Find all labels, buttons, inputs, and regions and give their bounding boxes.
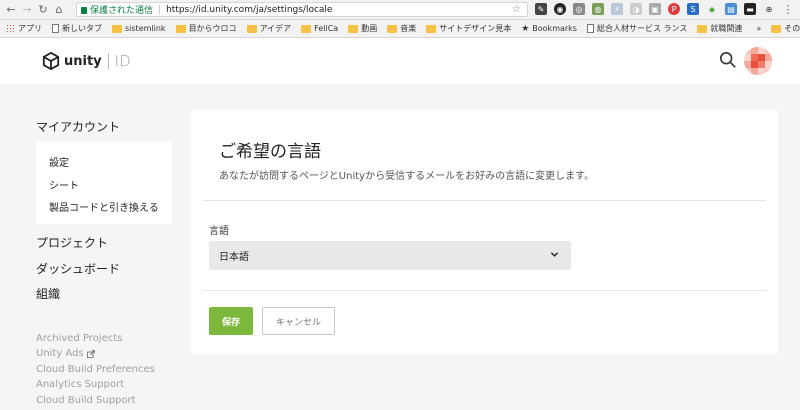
unity-logo-icon (42, 52, 60, 70)
page-description: あなたが訪問するページとUnityから受信するメールをお好みの言語に変更します。 (219, 171, 595, 182)
extension-icon[interactable]: ▤ (725, 3, 737, 15)
sidebar-item-projects[interactable]: プロジェクト (36, 234, 108, 251)
sidebar-item-dashboard[interactable]: ダッシュボード (36, 260, 120, 277)
extension-icons: ✎ ◉ ◎ ◍ ⚡ ◑ ▣ P S ◆ ▤ ▬ ⊕ ⋮ (535, 3, 794, 16)
browser-toolbar: ← → ↻ ⌂ 保護された通信 | https://id.unity.com/j… (0, 0, 800, 20)
language-select[interactable]: 日本語 (209, 241, 571, 270)
address-bar[interactable]: 保護された通信 | https://id.unity.com/ja/settin… (76, 2, 528, 17)
extension-icon[interactable]: ◆ (706, 3, 718, 15)
save-button[interactable]: 保存 (209, 307, 253, 335)
home-icon[interactable]: ⌂ (51, 2, 67, 18)
unity-id-logo[interactable]: unity ID (42, 52, 131, 70)
other-bookmarks[interactable]: その他のブックマーク (771, 23, 800, 34)
site-header: unity ID (0, 38, 800, 84)
secure-indicator[interactable]: 保護された通信 (81, 3, 153, 16)
footer-link-cloud-build-preferences[interactable]: Cloud Build Preferences (36, 364, 155, 375)
footer-link-cloud-build-support[interactable]: Cloud Build Support (36, 395, 136, 406)
language-settings-card: ご希望の言語 あなたが訪問するページとUnityから受信するメールをお好みの言語… (191, 110, 778, 354)
footer-link-label: Unity Ads (36, 348, 84, 359)
url-text[interactable]: https://id.unity.com/ja/settings/locale (166, 5, 332, 15)
account-submenu: 設定 シート 製品コードと引き換える (36, 142, 172, 224)
extension-icon[interactable]: P (668, 3, 680, 15)
divider (203, 200, 766, 201)
cancel-button[interactable]: キャンセル (262, 307, 335, 335)
extension-icon[interactable]: ⚡ (611, 3, 623, 15)
page-icon (586, 24, 594, 33)
forward-arrow-icon[interactable]: → (19, 2, 35, 18)
extension-icon[interactable]: ▣ (649, 3, 661, 15)
folder-icon (387, 24, 398, 33)
bookmarks-overflow[interactable]: » (756, 24, 761, 33)
submenu-item-redeem-code[interactable]: 製品コードと引き換える (49, 199, 159, 214)
bookmark-star-icon[interactable]: ☆ (512, 4, 521, 15)
bookmark-folder[interactable]: FeliCa (301, 24, 338, 33)
folder-icon (175, 24, 186, 33)
sidebar-item-organizations[interactable]: 組織 (36, 285, 60, 302)
extension-icon[interactable]: ◎ (573, 3, 585, 15)
bookmark-folder[interactable]: 就職関連 (697, 23, 742, 34)
extension-icon[interactable]: ◑ (630, 3, 642, 15)
lock-icon (81, 7, 87, 14)
footer-link-analytics-support[interactable]: Analytics Support (36, 379, 124, 390)
menu-kebab-icon[interactable]: ⋮ (782, 3, 794, 16)
bookmark-item[interactable]: 総合人材サービス ランス (586, 23, 687, 34)
folder-icon (112, 24, 122, 33)
bookmark-apps[interactable]: アプリ (0, 23, 42, 34)
extension-icon[interactable]: ▬ (744, 3, 756, 15)
extension-icon[interactable]: ◍ (592, 3, 604, 15)
page-title: ご希望の言語 (219, 142, 321, 162)
extension-icon[interactable]: ✎ (535, 3, 547, 15)
bookmark-folder[interactable]: 動画 (348, 23, 377, 34)
divider (203, 290, 766, 291)
extension-icon[interactable]: ⊕ (763, 3, 775, 15)
reload-icon[interactable]: ↻ (35, 2, 51, 18)
extension-icon[interactable]: ◉ (554, 3, 566, 15)
bookmark-folder[interactable]: 音楽 (387, 23, 416, 34)
language-select-value: 日本語 (219, 252, 249, 263)
bookmarks-bar: アプリ 新しいタブ sistemlink 目からウロコ アイデア FeliCa … (0, 20, 800, 38)
folder-icon (246, 24, 257, 33)
bookmark-folder[interactable]: アイデア (246, 23, 291, 34)
bookmark-folder[interactable]: sistemlink (112, 24, 166, 33)
secure-label: 保護された通信 (90, 6, 154, 16)
submenu-item-settings[interactable]: 設定 (49, 154, 69, 169)
folder-icon (697, 24, 708, 33)
chevron-down-icon (550, 252, 559, 257)
external-link-icon (86, 349, 95, 358)
back-arrow-icon[interactable]: ← (3, 2, 19, 18)
footer-link-unity-ads[interactable]: Unity Ads (36, 348, 95, 359)
avatar[interactable] (744, 47, 772, 75)
logo-suffix: ID (114, 52, 131, 70)
bookmark-folder[interactable]: 目からウロコ (175, 23, 237, 34)
submenu-item-seats[interactable]: シート (49, 177, 79, 192)
footer-link-archived-projects[interactable]: Archived Projects (36, 333, 122, 344)
extension-icon[interactable]: S (687, 3, 699, 15)
language-field-label: 言語 (209, 226, 229, 237)
logo-divider (107, 53, 109, 69)
bookmark-item[interactable]: 新しいタブ (52, 23, 102, 34)
bookmark-folder[interactable]: サイトデザイン見本 (426, 23, 511, 34)
my-account-heading[interactable]: マイアカウント (36, 118, 120, 135)
folder-icon (771, 24, 782, 33)
star-icon: ★ (521, 23, 530, 34)
search-icon[interactable] (719, 51, 737, 69)
apps-grid-icon (6, 24, 15, 33)
bookmark-item[interactable]: ★ Bookmarks (521, 24, 577, 34)
logo-text: unity (64, 53, 102, 69)
folder-icon (426, 24, 437, 33)
folder-icon (348, 24, 359, 33)
page-icon (52, 24, 59, 33)
url-separator: | (158, 4, 162, 15)
folder-icon (301, 24, 312, 33)
